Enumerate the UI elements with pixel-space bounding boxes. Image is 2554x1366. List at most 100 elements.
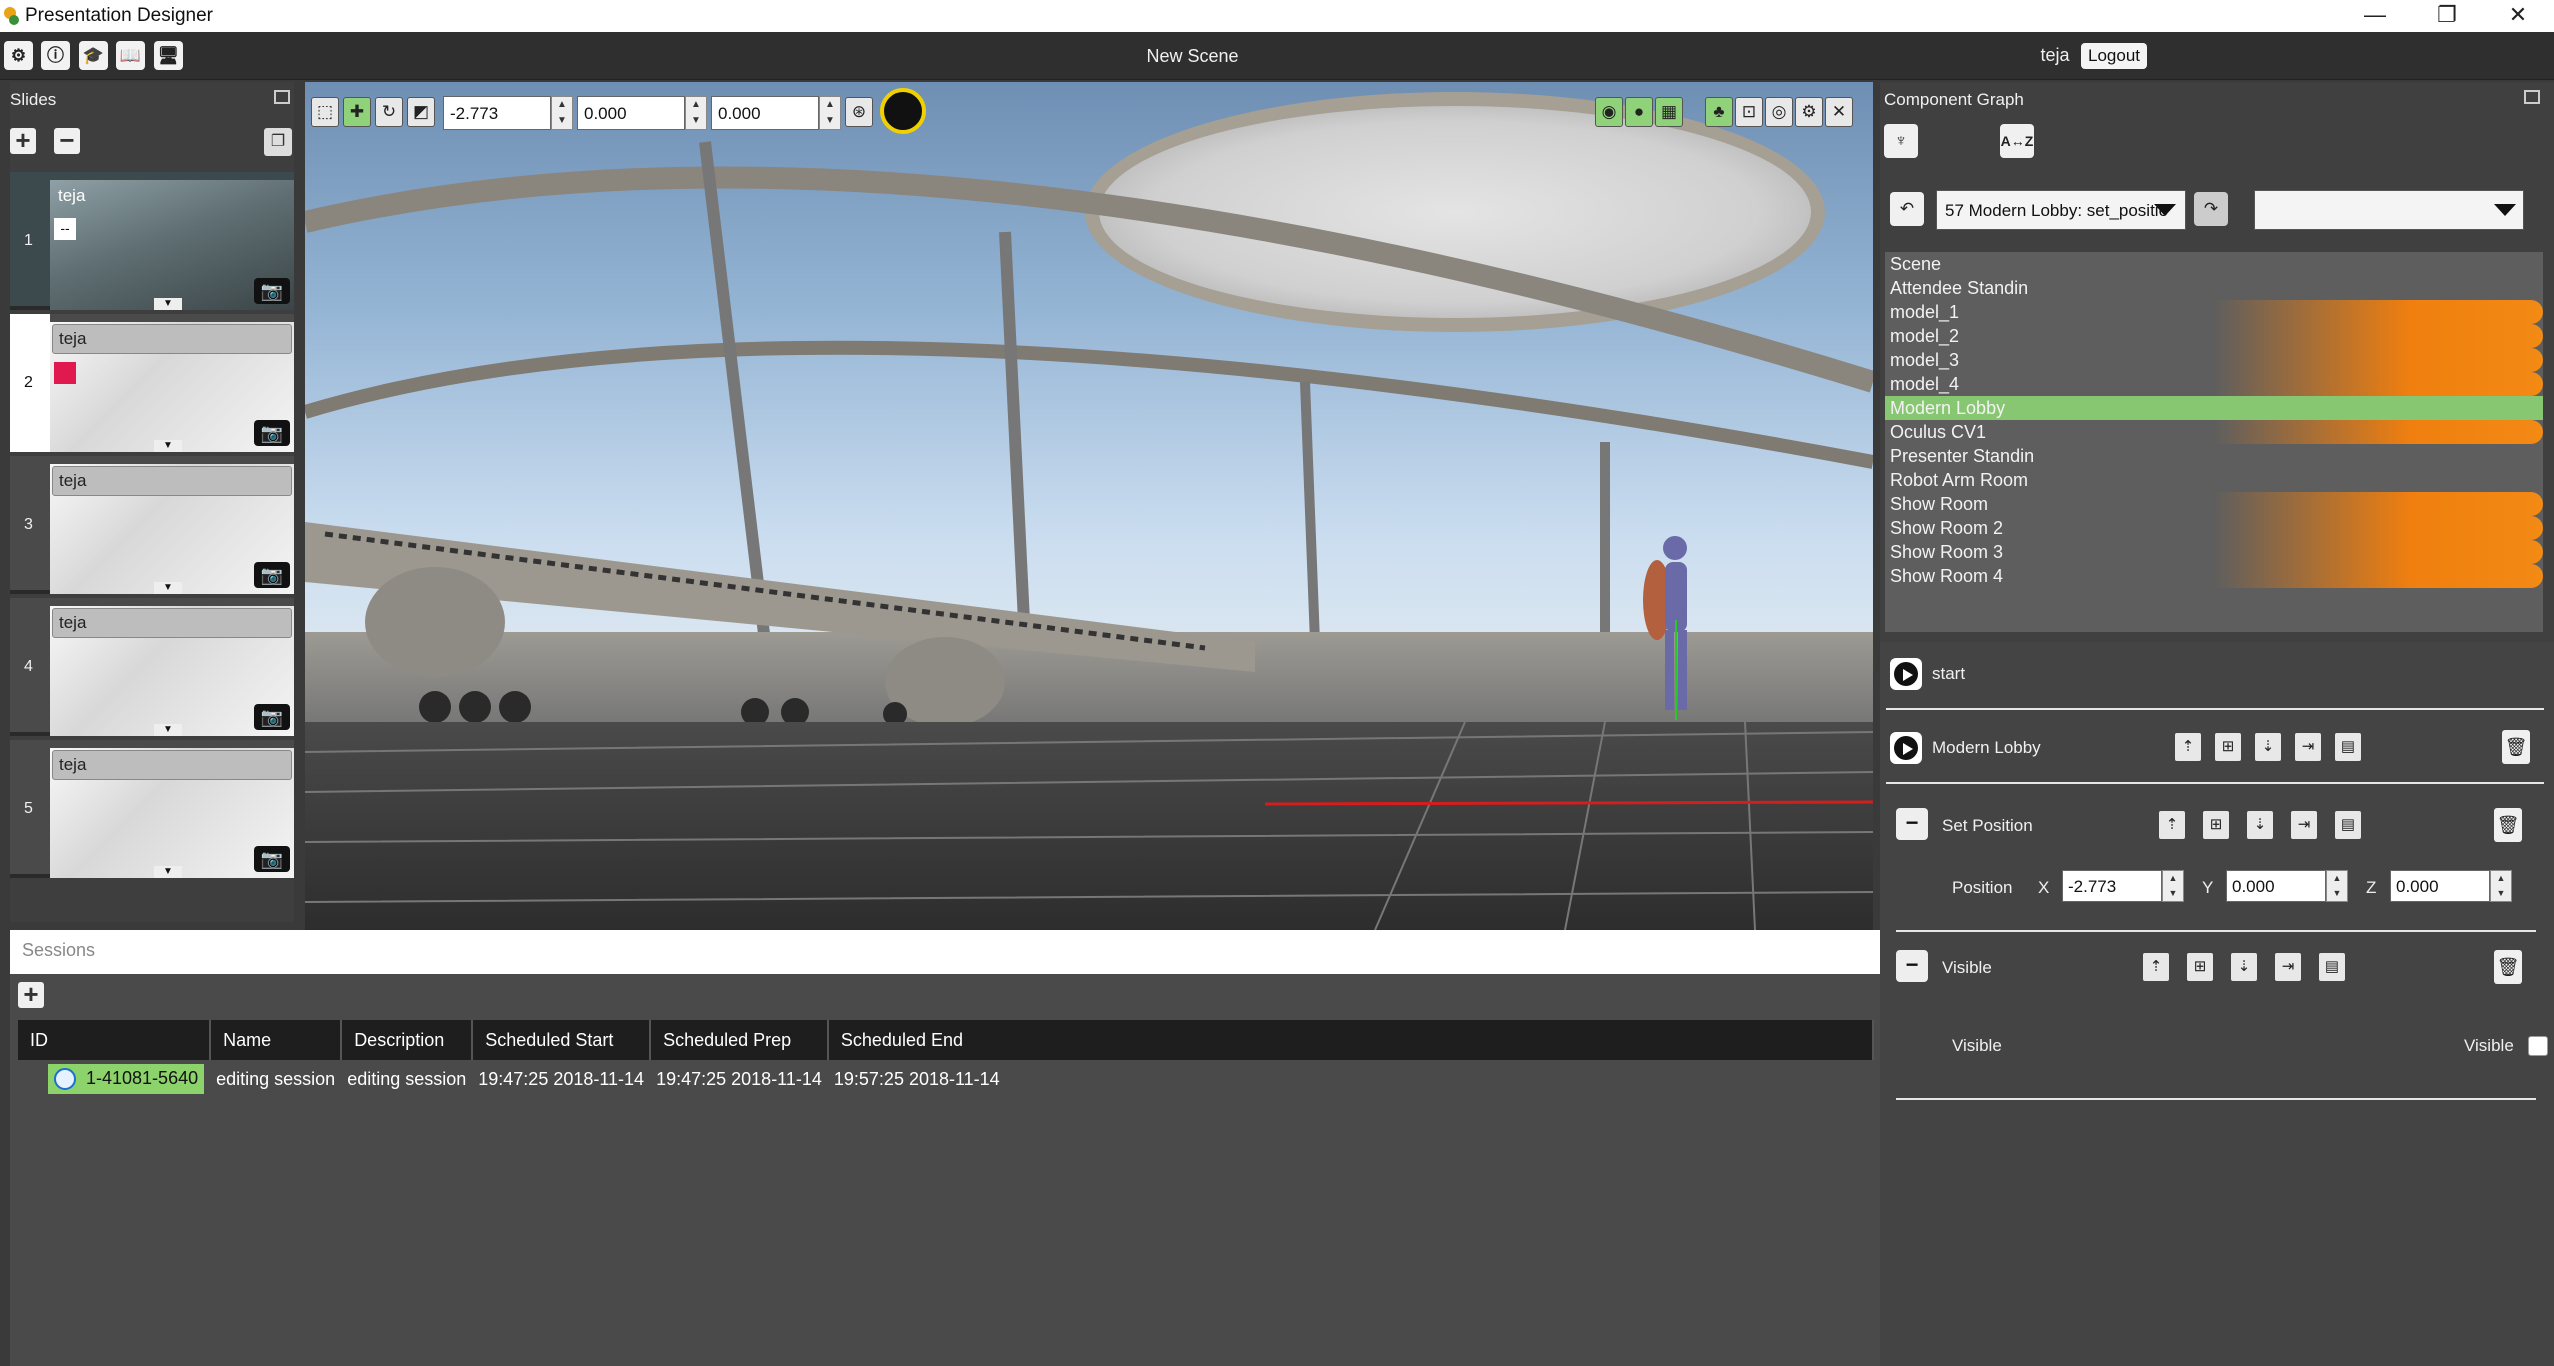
camera-icon[interactable]: 📷 xyxy=(254,704,290,730)
trash-icon[interactable]: 🗑 xyxy=(2494,808,2522,842)
gear-icon[interactable]: ⚙ xyxy=(1795,97,1823,127)
z-spinner[interactable]: ▲ ▼ xyxy=(2490,870,2512,902)
move-up-icon[interactable]: ⇡ xyxy=(2174,732,2202,762)
move-tool-icon[interactable]: ✚ xyxy=(343,97,371,127)
x-spinner[interactable]: ▲ ▼ xyxy=(2162,870,2184,902)
redo-icon[interactable]: ↷ xyxy=(2194,192,2228,226)
screenshot-icon[interactable]: ⊡ xyxy=(1735,97,1763,127)
visible-checkbox[interactable] xyxy=(2528,1036,2548,1056)
maximize-button[interactable]: ❐ xyxy=(2417,0,2477,32)
undock-icon[interactable] xyxy=(2524,90,2540,104)
x-spinner[interactable]: ▲ ▼ xyxy=(551,96,573,130)
clipboard-icon[interactable]: ▤ xyxy=(2334,732,2362,762)
move-down-icon[interactable]: ⇣ xyxy=(2246,810,2274,840)
list-item[interactable]: Robot Arm Room xyxy=(1885,468,2543,492)
scale-tool-icon[interactable]: ◩ xyxy=(407,97,435,127)
list-item[interactable]: Show Room 4 xyxy=(1885,564,2543,588)
viewport-x-input[interactable]: -2.773 xyxy=(443,96,551,130)
slide-name[interactable]: teja xyxy=(52,466,292,496)
move-up-icon[interactable]: ⇡ xyxy=(2142,952,2170,982)
select-tool-icon[interactable]: ⬚ xyxy=(311,97,339,127)
slide-item-4[interactable]: 4 teja 📷 ▼ xyxy=(10,598,294,736)
grid-icon[interactable]: ▦ xyxy=(1655,97,1683,127)
remove-slide-button[interactable]: − xyxy=(54,127,80,154)
scene-viewport[interactable]: ⬚ ✚ ↻ ◩ -2.773 ▲ ▼ 0.000 ▲ ▼ 0.000 ▲ ▼ ⊛ ◉ … xyxy=(305,82,1873,930)
camera-icon[interactable]: 📷 xyxy=(254,278,290,304)
slide-flag-icon[interactable] xyxy=(54,362,76,384)
camera-icon[interactable]: 📷 xyxy=(254,562,290,588)
trash-icon[interactable]: 🗑 xyxy=(2494,950,2522,984)
slide-tag[interactable]: -- xyxy=(54,218,76,240)
camera-icon[interactable]: 📷 xyxy=(254,420,290,446)
list-item[interactable]: model_2 xyxy=(1885,324,2543,348)
close-window-button[interactable]: ✕ xyxy=(2488,0,2548,32)
column-scheduled-prep[interactable]: Scheduled Prep xyxy=(650,1020,829,1060)
add-session-button[interactable]: + xyxy=(18,981,44,1008)
rotate-tool-icon[interactable]: ↻ xyxy=(375,97,403,127)
add-action-icon[interactable]: ⊞ xyxy=(2186,952,2214,982)
list-item[interactable]: model_4 xyxy=(1885,372,2543,396)
y-spinner[interactable]: ▲ ▼ xyxy=(2326,870,2348,902)
copy-icon[interactable]: ❐ xyxy=(264,128,292,156)
column-scheduled-start[interactable]: Scheduled Start xyxy=(472,1020,652,1060)
insert-icon[interactable]: ⇥ xyxy=(2294,732,2322,762)
speed-gauge-icon[interactable] xyxy=(880,88,926,134)
move-up-icon[interactable]: ⇡ xyxy=(2158,810,2186,840)
graduation-cap-icon[interactable]: 🎓 xyxy=(79,41,108,70)
close-viewport-icon[interactable]: ✕ xyxy=(1825,97,1853,127)
book-icon[interactable]: 📖 xyxy=(116,41,145,70)
sort-az-button[interactable]: A↔Z xyxy=(2000,124,2034,158)
session-id-cell[interactable]: 1-41081-5640 xyxy=(18,1060,210,1098)
history-select[interactable]: 57 Modern Lobby: set_positio xyxy=(1936,190,2186,230)
list-item[interactable]: model_3 xyxy=(1885,348,2543,372)
chevron-down-icon[interactable]: ▼ xyxy=(154,866,182,878)
y-spinner[interactable]: ▲ ▼ xyxy=(685,96,707,130)
list-item[interactable]: Show Room 2 xyxy=(1885,516,2543,540)
slide-item-5[interactable]: 5 teja 📷 ▼ xyxy=(10,740,294,878)
viewport-z-input[interactable]: 0.000 xyxy=(711,96,819,130)
collapse-set-position-button[interactable]: − xyxy=(1896,808,1928,840)
play-icon[interactable] xyxy=(1890,732,1922,764)
add-action-icon[interactable]: ⊞ xyxy=(2202,810,2230,840)
chevron-down-icon[interactable]: ▼ xyxy=(154,298,182,310)
column-name[interactable]: Name xyxy=(210,1020,343,1060)
play-icon[interactable] xyxy=(1890,658,1922,690)
logout-button[interactable]: Logout xyxy=(2081,43,2147,69)
slide-item-3[interactable]: 3 teja 📷 ▼ xyxy=(10,456,294,594)
list-item[interactable]: Show Room xyxy=(1885,492,2543,516)
hierarchy-icon[interactable]: ♆ xyxy=(1884,124,1918,158)
light-icon[interactable]: ● xyxy=(1625,97,1653,127)
list-item[interactable]: Oculus CV1 xyxy=(1885,420,2543,444)
list-item[interactable]: Scene xyxy=(1885,252,2543,276)
add-action-icon[interactable]: ⊞ xyxy=(2214,732,2242,762)
list-item[interactable]: Show Room 3 xyxy=(1885,540,2543,564)
column-id[interactable]: ID xyxy=(18,1020,212,1060)
vr-headset-icon[interactable]: ◎ xyxy=(1765,97,1793,127)
position-z-input[interactable]: 0.000 xyxy=(2390,870,2490,902)
undo-icon[interactable]: ↶ xyxy=(1890,192,1924,226)
list-item[interactable]: Presenter Standin xyxy=(1885,444,2543,468)
column-scheduled-end[interactable]: Scheduled End xyxy=(827,1020,1875,1060)
z-spinner[interactable]: ▲ ▼ xyxy=(819,96,841,130)
slide-name[interactable]: teja xyxy=(52,750,292,780)
secondary-select[interactable] xyxy=(2254,190,2524,230)
snap-icon[interactable]: ⊛ xyxy=(845,97,873,127)
list-item-selected[interactable]: Modern Lobby xyxy=(1885,396,2543,420)
clipboard-icon[interactable]: ▤ xyxy=(2318,952,2346,982)
list-item[interactable]: Attendee Standin xyxy=(1885,276,2543,300)
collapse-visible-button[interactable]: − xyxy=(1896,950,1928,982)
display-icon[interactable]: 🖥 xyxy=(154,41,183,70)
undock-icon[interactable] xyxy=(274,90,290,104)
move-down-icon[interactable]: ⇣ xyxy=(2254,732,2282,762)
table-row[interactable]: 1-41081-5640 editing session editing ses… xyxy=(18,1060,1873,1098)
gear-icon[interactable]: ⚙ xyxy=(4,41,33,70)
slide-item-1[interactable]: 1 teja -- 📷 ▼ xyxy=(10,172,294,310)
camera-view-icon[interactable]: ◉ xyxy=(1595,97,1623,127)
insert-icon[interactable]: ⇥ xyxy=(2274,952,2302,982)
camera-icon[interactable]: 📷 xyxy=(254,846,290,872)
info-icon[interactable]: ⓘ xyxy=(41,41,70,70)
trash-icon[interactable]: 🗑 xyxy=(2502,730,2530,764)
slide-name[interactable]: teja xyxy=(52,324,292,354)
position-x-input[interactable]: -2.773 xyxy=(2062,870,2162,902)
move-down-icon[interactable]: ⇣ xyxy=(2230,952,2258,982)
